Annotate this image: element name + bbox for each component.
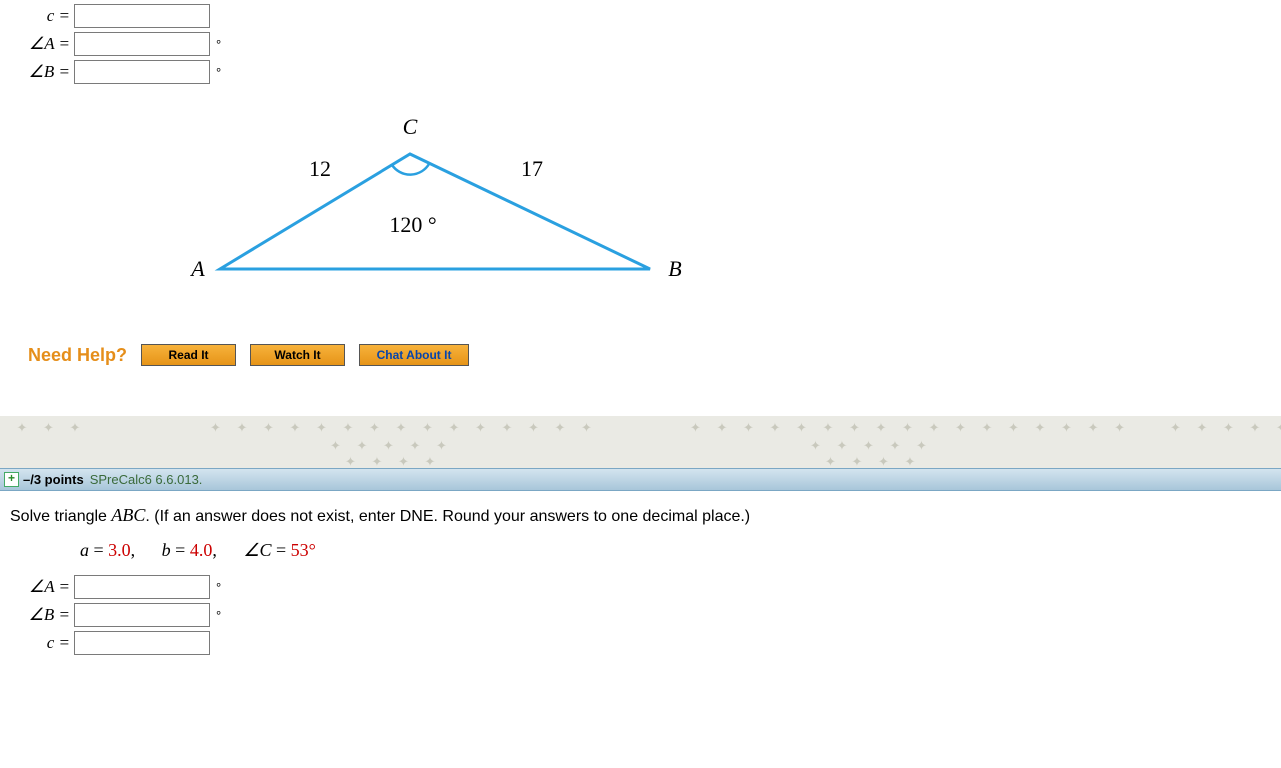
points-label: –/3 points	[23, 472, 84, 487]
vertex-a: A	[189, 256, 205, 281]
input-angle-b[interactable]	[74, 60, 210, 84]
unit-deg-b: °	[216, 65, 221, 80]
question-instructions: Solve triangle ABC. (If an answer does n…	[10, 505, 1271, 526]
unit-deg-a2: °	[216, 580, 221, 595]
section-divider: ✦ ✦ ✦ ✦ ✦ ✦ ✦ ✦ ✦ ✦ ✦ ✦ ✦ ✦ ✦ ✦ ✦ ✦ ✦ ✦ …	[0, 416, 1281, 468]
question-source: SPreCalc6 6.6.013.	[90, 472, 203, 487]
input-angle-a[interactable]	[74, 32, 210, 56]
input-angle-a2[interactable]	[74, 575, 210, 599]
unit-deg-a: °	[216, 37, 221, 52]
side-ac: 12	[309, 156, 331, 181]
expand-icon[interactable]: +	[4, 472, 19, 487]
unit-deg-b2: °	[216, 608, 221, 623]
label-angle-b2: ∠B =	[10, 605, 74, 625]
chat-about-it-button[interactable]: Chat About It	[359, 344, 469, 366]
input-c[interactable]	[74, 4, 210, 28]
read-it-button[interactable]: Read It	[141, 344, 236, 366]
input-c2[interactable]	[74, 631, 210, 655]
triangle-diagram: C A B 12 17 120 °	[160, 114, 1271, 304]
vertex-c: C	[403, 114, 418, 139]
label-angle-a2: ∠A =	[10, 577, 74, 597]
input-angle-b2[interactable]	[74, 603, 210, 627]
need-help-title: Need Help?	[28, 345, 127, 366]
given-values: a = 3.0, b = 4.0, ∠C = 53°	[10, 540, 1271, 561]
label-angle-b: ∠B =	[10, 62, 74, 82]
label-c: c =	[10, 6, 74, 26]
side-bc: 17	[521, 156, 543, 181]
angle-c: 120 °	[389, 212, 436, 237]
label-angle-a: ∠A =	[10, 34, 74, 54]
vertex-b: B	[668, 256, 681, 281]
label-c2: c =	[10, 633, 74, 653]
watch-it-button[interactable]: Watch It	[250, 344, 345, 366]
question-header: + –/3 points SPreCalc6 6.6.013.	[0, 468, 1281, 491]
